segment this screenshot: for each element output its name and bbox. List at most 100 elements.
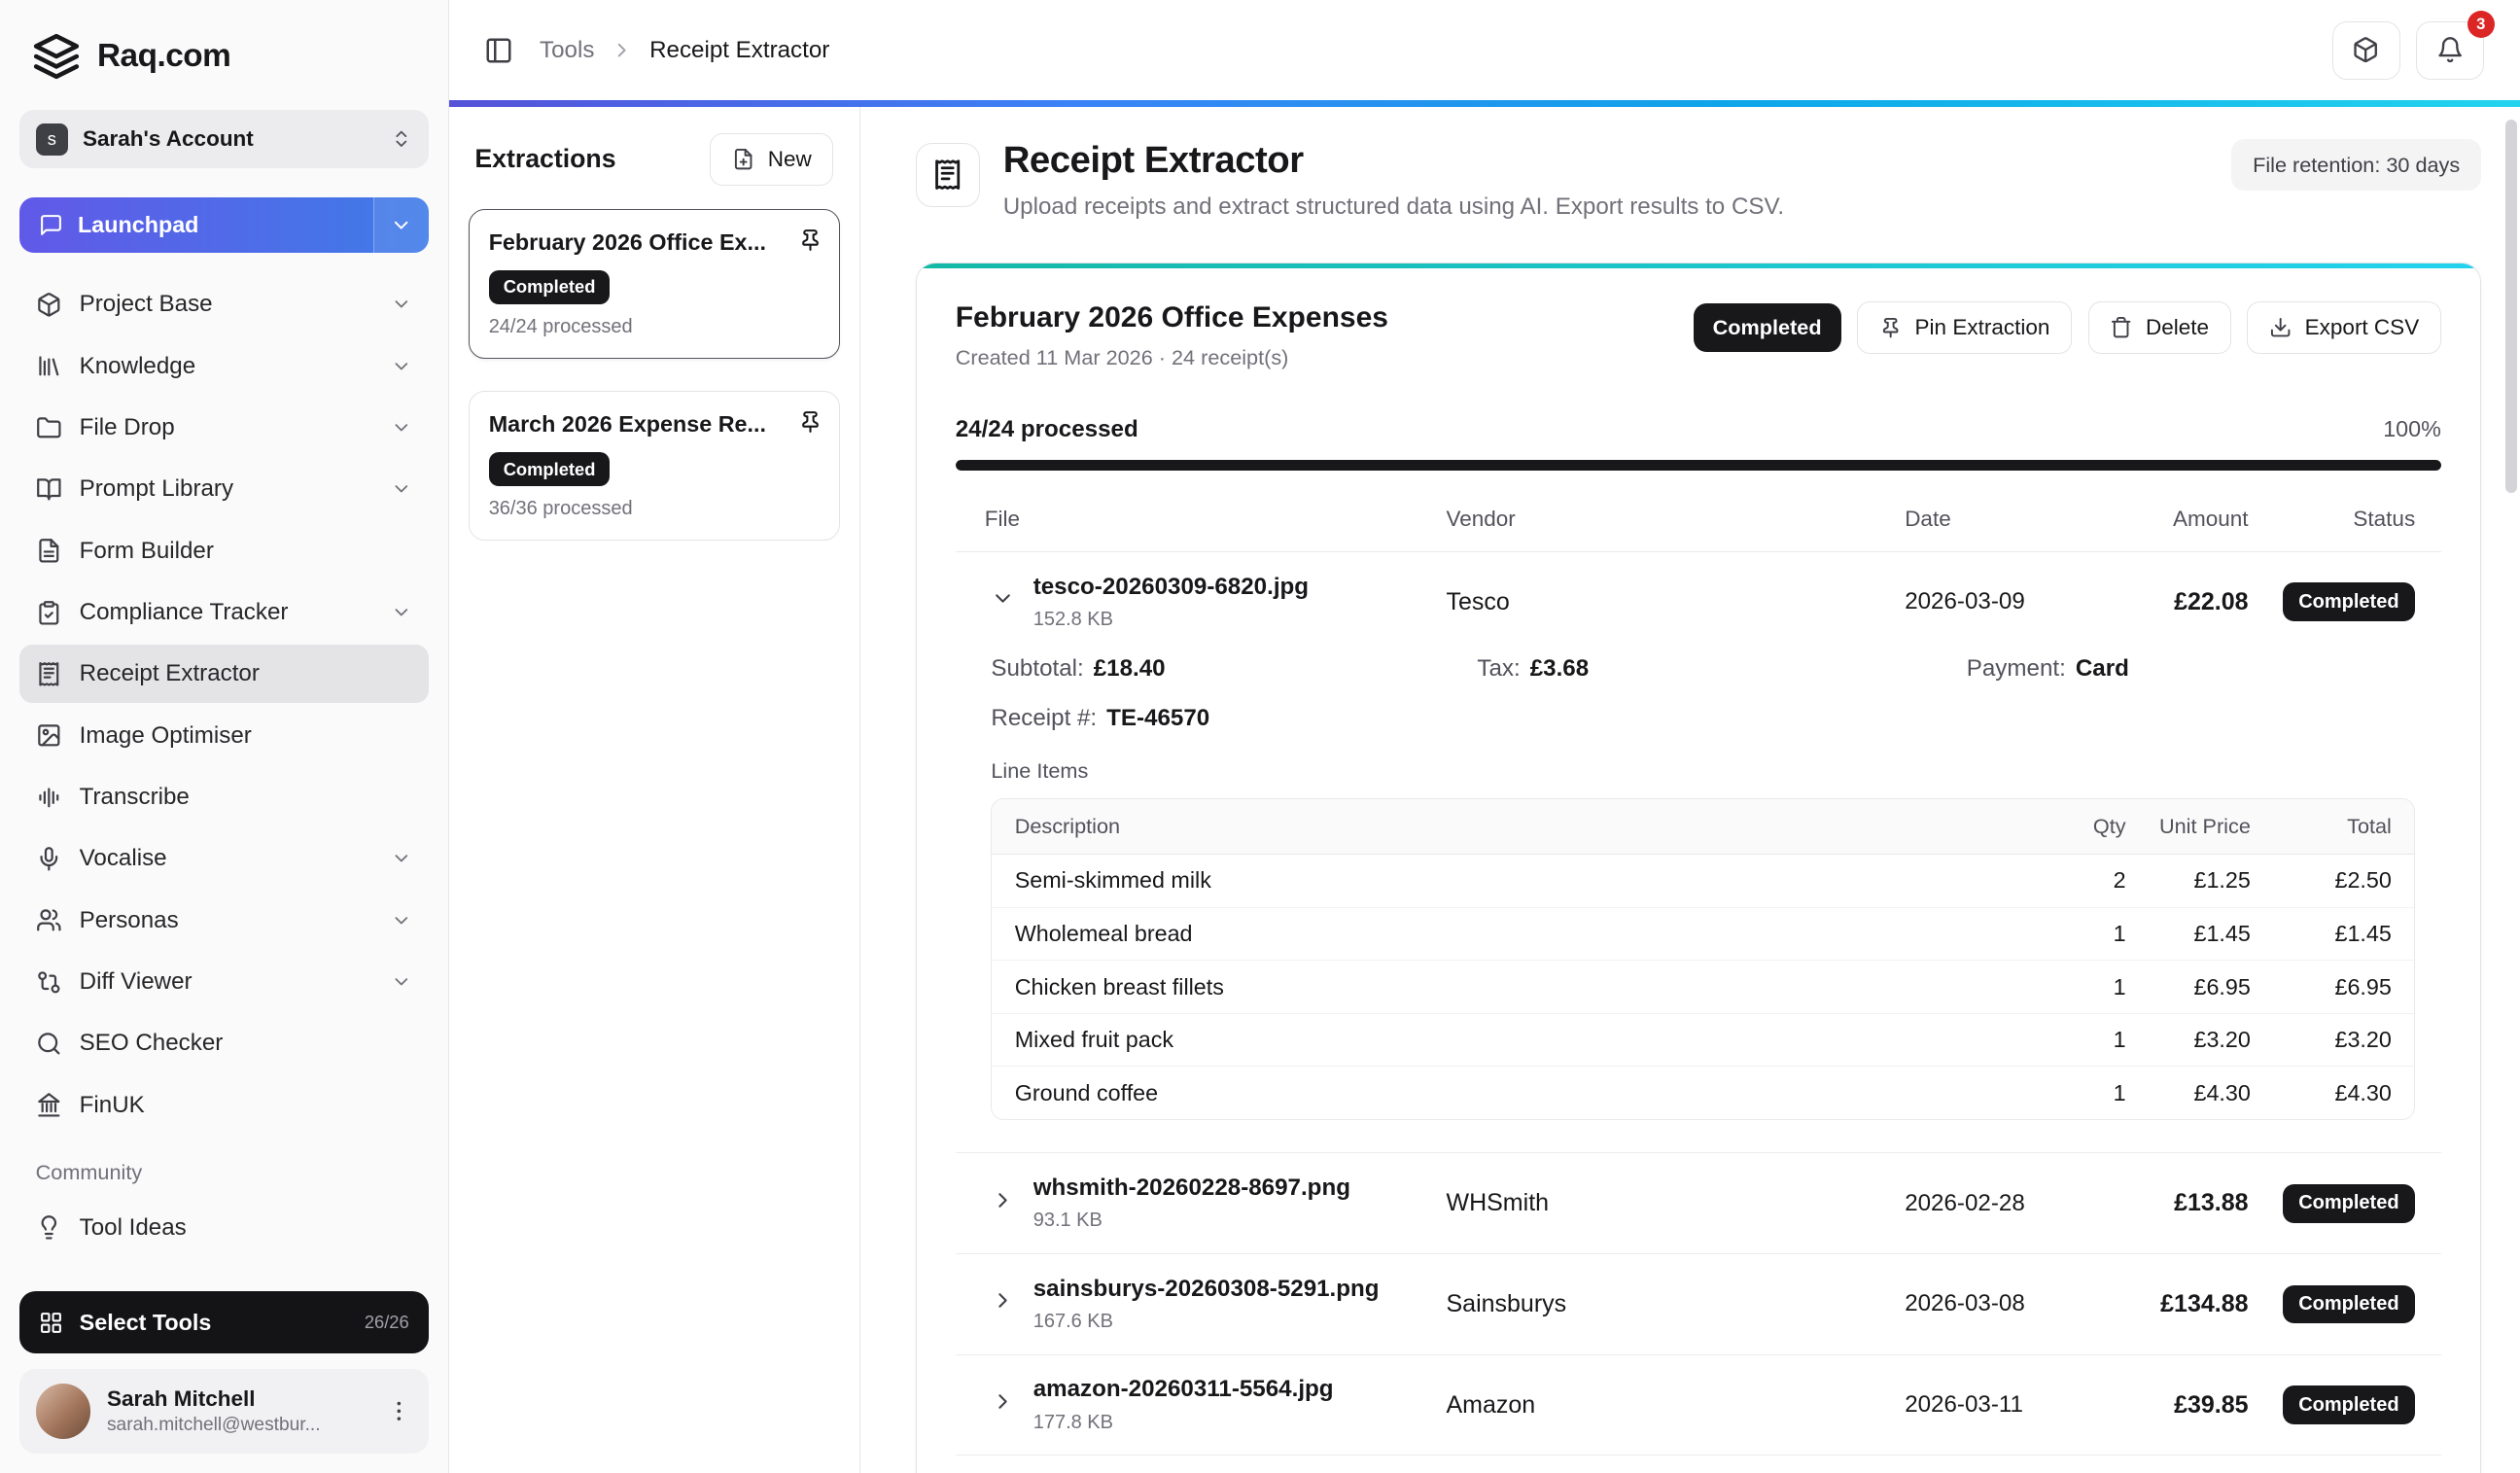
folder-icon: [36, 415, 62, 441]
extractions-panel: Extractions New February 2026 Office Ex.…: [448, 106, 861, 1473]
column-header-amount: Amount: [2172, 506, 2249, 531]
sidebar-item-transcribe[interactable]: Transcribe: [19, 768, 429, 826]
notifications-button[interactable]: 3: [2416, 11, 2495, 80]
sidebar-item-form-builder[interactable]: Form Builder: [19, 522, 429, 580]
file-plus-icon: [732, 148, 754, 170]
vendor-cell: Sainsburys: [1446, 1289, 1567, 1317]
sidebar-item-project-base[interactable]: Project Base: [19, 275, 429, 333]
sidebar-item-knowledge[interactable]: Knowledge: [19, 337, 429, 396]
bell-icon: [2436, 36, 2464, 63]
extraction-card[interactable]: March 2026 Expense Re... Completed 36/36 p…: [468, 390, 841, 541]
chevron-right-icon[interactable]: [991, 1389, 1015, 1414]
account-switcher[interactable]: s Sarah's Account: [19, 110, 429, 169]
chevron-right-icon[interactable]: [991, 1288, 1015, 1313]
amount-cell: £39.85: [2174, 1390, 2249, 1419]
line-item-row: Chicken breast fillets 1 £6.95 £6.95: [992, 961, 2415, 1014]
line-item-qty: 1: [2113, 920, 2126, 946]
line-items-label: Line Items: [991, 757, 1089, 783]
scrollbar[interactable]: [2504, 120, 2517, 493]
select-tools-label: Select Tools: [79, 1309, 212, 1335]
extraction-meta: Created 11 Mar 2026 · 24 receipt(s): [955, 345, 1289, 370]
progress-label: 24/24 processed: [955, 415, 1138, 442]
line-item-total: £6.95: [2334, 973, 2392, 1000]
breadcrumb-tools[interactable]: Tools: [540, 37, 594, 64]
pin-extraction-button[interactable]: Pin Extraction: [1857, 300, 2073, 355]
line-item-total: £2.50: [2334, 867, 2392, 894]
brand-logo[interactable]: Raq.com: [19, 22, 429, 110]
extraction-detail-title: February 2026 Office Expenses: [955, 300, 1388, 333]
chevron-down-icon: [391, 971, 412, 993]
sidebar-item-receipt-extractor[interactable]: Receipt Extractor: [19, 645, 429, 704]
image-icon: [36, 722, 62, 749]
page-title: Receipt Extractor: [1002, 139, 1304, 182]
progress-bar: [955, 459, 2441, 472]
progress-percent: 100%: [2383, 415, 2441, 441]
delete-button[interactable]: Delete: [2087, 300, 2231, 355]
chevron-down-icon: [391, 910, 412, 931]
file-name: whsmith-20260228-8697.png: [1032, 1175, 1350, 1202]
apps-button[interactable]: [2331, 20, 2400, 80]
receipt-row-group: 20260305-9080: [956, 1455, 2441, 1473]
line-item-total: £4.30: [2334, 1079, 2392, 1105]
line-item-total: £3.20: [2334, 1027, 2392, 1053]
chevron-right-icon[interactable]: [991, 1188, 1015, 1212]
sidebar-item-tool-ideas[interactable]: Tool Ideas: [19, 1199, 429, 1257]
more-options-icon[interactable]: [386, 1398, 412, 1424]
receipt-row-group: sainsburys-20260308-5291.png 167.6 KB Sain…: [955, 1254, 2441, 1355]
status-badge: Completed: [2282, 1284, 2416, 1324]
sidebar-item-seo-checker[interactable]: SEO Checker: [19, 1014, 429, 1072]
sidebar-item-prompt-library[interactable]: Prompt Library: [19, 460, 429, 518]
receipt-details: Subtotal: £18.40 Tax: £3.68 Payment: Card Rece…: [956, 652, 2441, 1153]
progress-fill: [955, 459, 2441, 472]
breadcrumb-current: Receipt Extractor: [649, 36, 830, 63]
extraction-card-title: March 2026 Expense Re...: [488, 410, 766, 437]
receipt-row[interactable]: tesco-20260309-6820.jpg 152.8 KB Tesco 2026…: [956, 552, 2441, 652]
extraction-card[interactable]: February 2026 Office Ex... Completed 24/24…: [468, 208, 841, 359]
receipt-row-group: tesco-20260309-6820.jpg 152.8 KB Tesco 2026…: [955, 552, 2441, 1154]
receipt-row[interactable]: 20260305-9080: [956, 1455, 2441, 1473]
vendor-cell: WHSmith: [1446, 1189, 1550, 1217]
grid-icon: [39, 1311, 63, 1335]
receipt-row[interactable]: amazon-20260311-5564.jpg 177.8 KB Amazon 20…: [956, 1355, 2441, 1455]
sidebar-item-finuk[interactable]: FinUK: [19, 1076, 429, 1135]
date-cell: 2026-03-08: [1905, 1290, 2025, 1317]
payment: Payment: Card: [1966, 654, 2129, 682]
user-menu[interactable]: Sarah Mitchell sarah.mitchell@westbur...: [19, 1369, 429, 1455]
receipt-row[interactable]: sainsburys-20260308-5291.png 167.6 KB Sain…: [956, 1254, 2441, 1354]
select-tools-button[interactable]: Select Tools 26/26: [19, 1291, 429, 1353]
sidebar-toggle-icon[interactable]: [484, 36, 513, 65]
mic-icon: [36, 846, 62, 872]
line-item-row: Semi-skimmed milk 2 £1.25 £2.50: [992, 854, 2415, 908]
chevrons-up-down-icon: [391, 128, 412, 150]
line-item-unit-price: £1.25: [2193, 867, 2251, 894]
line-item-unit-price: £4.30: [2193, 1079, 2251, 1105]
column-header-file: File: [984, 506, 1020, 531]
line-item-unit-price: £3.20: [2193, 1027, 2251, 1053]
column-header-vendor: Vendor: [1446, 506, 1516, 531]
launchpad-button[interactable]: Launchpad: [19, 197, 429, 253]
chevron-down-icon[interactable]: [991, 586, 1015, 611]
line-item-description: Semi-skimmed milk: [1014, 867, 1211, 894]
column-header-date: Date: [1905, 506, 1951, 531]
sidebar-item-image-optimiser[interactable]: Image Optimiser: [19, 707, 429, 765]
search-icon: [36, 1031, 62, 1057]
accent-divider: [448, 100, 2520, 107]
status-badge: Completed: [2282, 1385, 2416, 1424]
sidebar-item-diff-viewer[interactable]: Diff Viewer: [19, 953, 429, 1011]
launchpad-expand-button[interactable]: [373, 197, 429, 253]
receipt-row[interactable]: whsmith-20260228-8697.png 93.1 KB WHSmith 2…: [956, 1153, 2441, 1253]
sidebar-item-personas[interactable]: Personas: [19, 892, 429, 950]
sidebar-item-vocalise[interactable]: Vocalise: [19, 829, 429, 888]
sidebar-item-label: Transcribe: [79, 783, 190, 810]
pin-icon[interactable]: [798, 228, 822, 252]
pin-icon[interactable]: [798, 409, 822, 434]
sidebar-item-label: Personas: [79, 906, 179, 933]
export-csv-button[interactable]: Export CSV: [2247, 300, 2441, 355]
users-icon: [36, 907, 62, 933]
sidebar-item-compliance-tracker[interactable]: Compliance Tracker: [19, 583, 429, 642]
sidebar-item-file-drop[interactable]: File Drop: [19, 399, 429, 457]
extraction-actions: Completed Pin Extraction Delete Export C…: [1693, 300, 2441, 355]
chevron-right-icon: [611, 39, 633, 61]
status-badge: Completed: [2282, 582, 2416, 622]
new-extraction-button[interactable]: New: [710, 132, 834, 187]
